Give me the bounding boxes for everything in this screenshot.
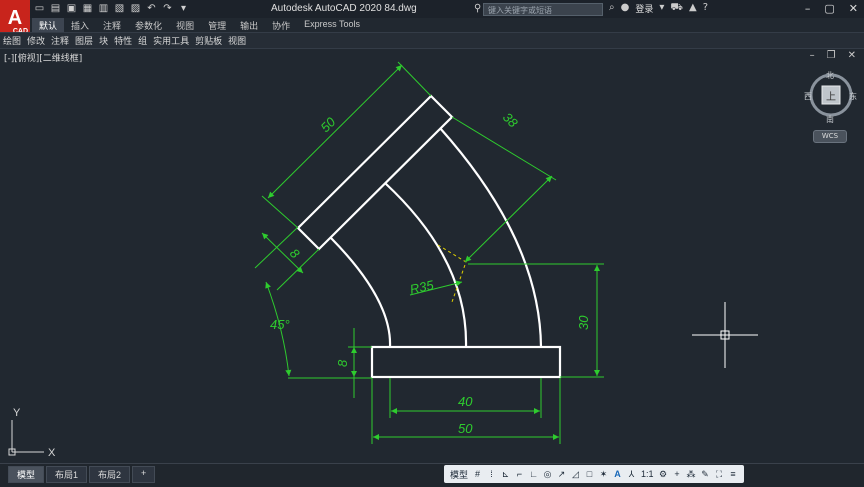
polar-tracking-icon[interactable]: ◎ [543, 469, 552, 480]
dim-50-top: 50 [318, 114, 339, 135]
dimension-text: 50 38 8 R35 45° 8 30 40 50 [270, 110, 591, 436]
dim-38: 38 [500, 110, 521, 131]
plus-icon[interactable]: + [673, 469, 682, 479]
base-flange [370, 345, 562, 379]
fullscreen-icon[interactable]: ⛶ [715, 469, 724, 480]
viewcube[interactable]: 上 北 南 西 东 [804, 71, 857, 124]
dim-8-base: 8 [335, 359, 350, 367]
osnap-tracking-icon[interactable]: ↗ [557, 469, 566, 480]
viewcube-north[interactable]: 北 [826, 71, 834, 80]
top-flange [296, 94, 454, 251]
crosshair-cursor [692, 302, 758, 368]
tab-layout2[interactable]: 布局2 [89, 466, 131, 483]
wcs-menu[interactable]: WCS [813, 130, 847, 143]
isodraft-icon[interactable]: ◿ [571, 469, 580, 480]
scale-label[interactable]: 1:1 [641, 469, 654, 479]
dynamic-input-icon[interactable]: ⌐ [515, 469, 524, 479]
model-space-button[interactable]: 模型 [450, 468, 468, 481]
annotation-autoscale-icon[interactable]: A [613, 469, 622, 479]
ucs-icon [8, 420, 44, 456]
viewcube-east[interactable]: 东 [849, 91, 857, 101]
ucs-y-label: Y [13, 407, 21, 419]
inner-elbow-wall [384, 182, 468, 348]
viewcube-face-top[interactable]: 上 [826, 91, 836, 103]
dimension-lines [254, 61, 604, 444]
annotation-scale-icon[interactable]: ⅄ [627, 469, 636, 480]
customize-icon[interactable]: ≡ [729, 469, 738, 479]
dim-angle-45: 45° [270, 317, 290, 332]
object-snap-icon[interactable]: □ [585, 469, 594, 479]
infer-constraints-icon[interactable]: ⊾ [501, 469, 510, 480]
tab-layout1[interactable]: 布局1 [46, 466, 88, 483]
part-geometry [296, 94, 562, 379]
workspace-gear-icon[interactable]: ⚙ [659, 469, 668, 480]
viewcube-south[interactable]: 南 [826, 114, 834, 124]
tab-model[interactable]: 模型 [8, 466, 45, 483]
drawing-canvas[interactable]: 50 38 8 R35 45° 8 30 40 50 Y X 上 北 南 西 东 [0, 0, 864, 486]
dim-r35: R35 [409, 277, 436, 297]
elbow-left-wall [330, 237, 392, 348]
dim-30: 30 [576, 315, 591, 330]
units-icon[interactable]: ⁂ [687, 469, 696, 480]
grid-icon[interactable]: # [473, 469, 482, 479]
snap-icon[interactable]: ⁞ [487, 469, 496, 479]
dim-40: 40 [458, 394, 473, 409]
isolate-objects-icon[interactable]: ✎ [701, 469, 710, 480]
dim-50-bottom: 50 [458, 421, 473, 436]
ucs-x-label: X [48, 447, 56, 459]
viewcube-west[interactable]: 西 [804, 92, 812, 101]
ortho-icon[interactable]: ∟ [529, 469, 538, 479]
layout-tabs: 模型 布局1 布局2 + [8, 466, 156, 483]
add-layout-button[interactable]: + [132, 466, 156, 483]
outer-elbow-wall [439, 127, 543, 348]
status-bar: 模型 # ⁞ ⊾ ⌐ ∟ ◎ ↗ ◿ □ ✶ A ⅄ 1:1 ⚙ + ⁂ ✎ ⛶… [444, 465, 744, 483]
annotation-visibility-icon[interactable]: ✶ [599, 469, 608, 480]
